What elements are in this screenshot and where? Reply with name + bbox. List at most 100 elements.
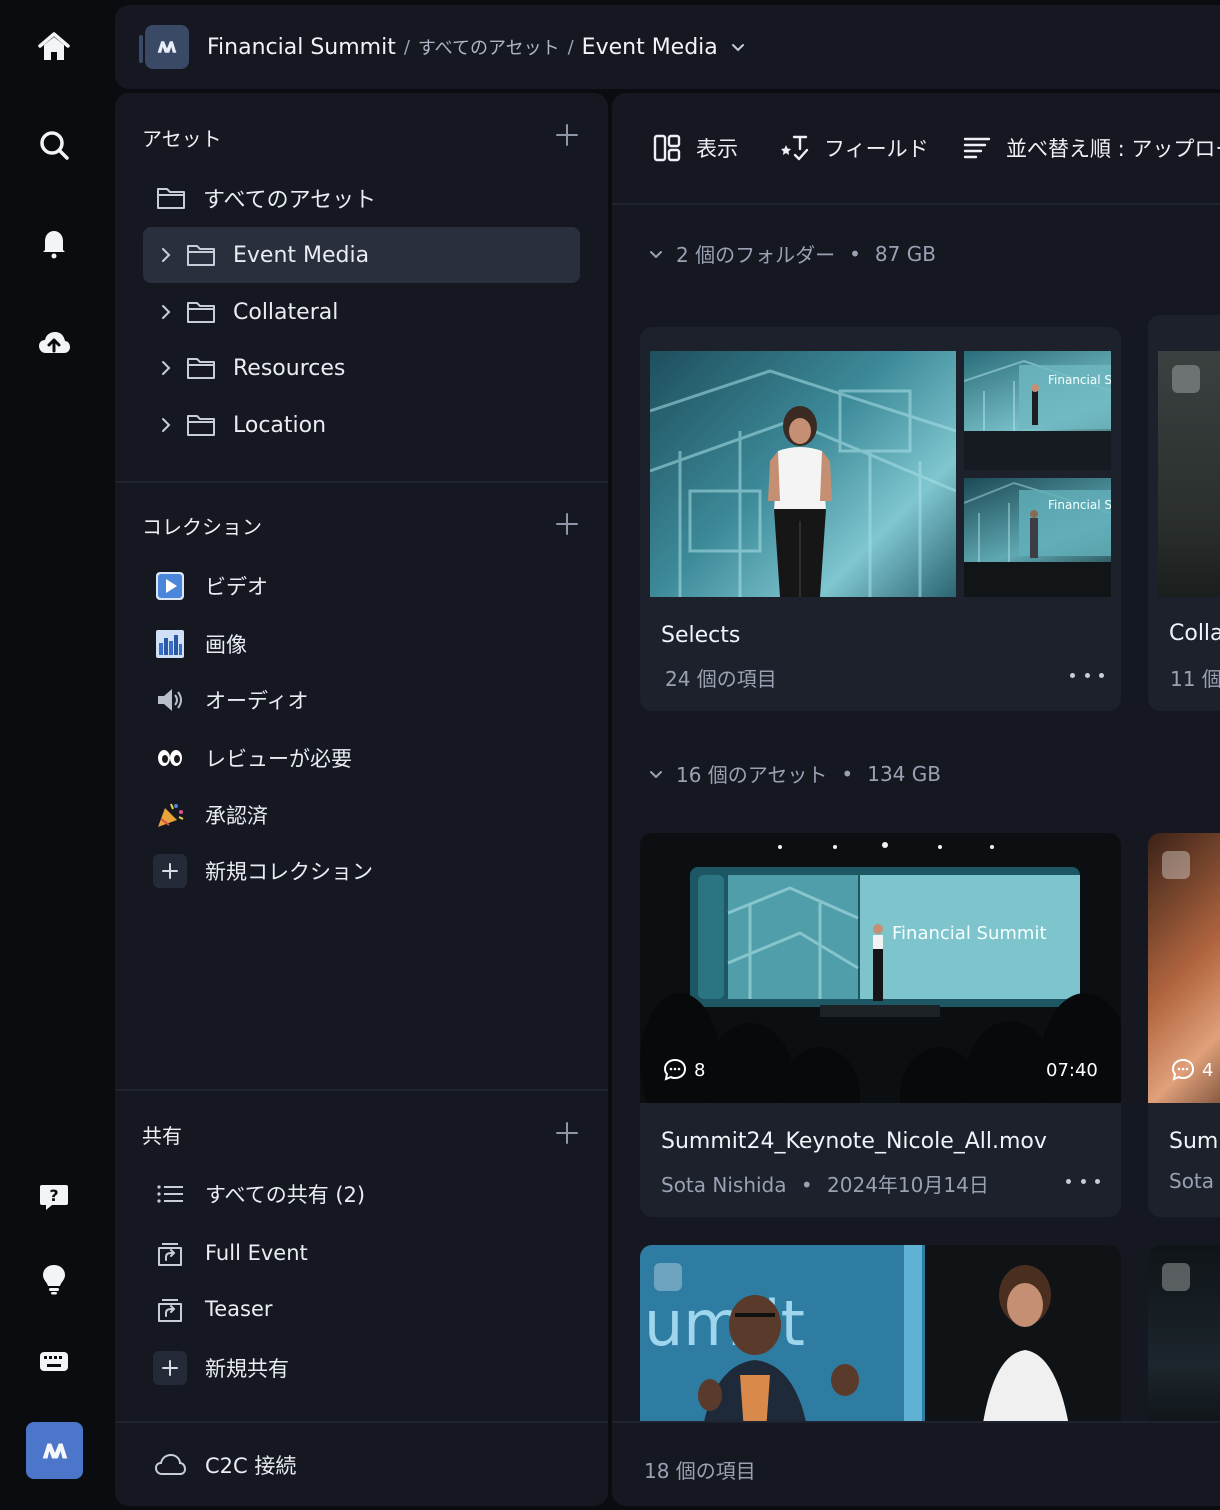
collection-label: ビデオ [205, 575, 268, 599]
help-icon[interactable]: ? [25, 1168, 83, 1226]
folders-size: 87 GB [874, 241, 936, 266]
sidebar-item-collateral[interactable]: Collateral [143, 284, 580, 340]
asset-owner: Sota Nishida [661, 1173, 787, 1197]
asset-card[interactable]: Financial Summit 8 07:40 Summit24_Keynot… [640, 833, 1121, 1217]
comment-icon [1171, 1058, 1195, 1081]
collection-item-audio[interactable]: オーディオ [153, 680, 309, 720]
folder-card[interactable]: Colla 11 個( [1148, 315, 1220, 711]
new-share-button[interactable]: 新規共有 [153, 1348, 289, 1388]
folder-label: Collateral [233, 299, 339, 325]
comment-icon [663, 1058, 687, 1081]
checkbox[interactable] [1162, 851, 1190, 879]
sort-button[interactable]: 並べ替え順 : アップロー [962, 133, 1220, 163]
eyes-icon [153, 741, 187, 775]
shared-heading: 共有 [142, 1124, 182, 1148]
folder-title[interactable]: Colla [1169, 621, 1220, 646]
all-assets-label: すべてのアセット [203, 188, 377, 213]
shared-label: すべての共有 (2) [205, 1183, 366, 1207]
collection-label: 承認済 [205, 804, 268, 828]
collection-item-approved[interactable]: 承認済 [153, 795, 268, 835]
item-count: 18 個の項目 [644, 1459, 756, 1483]
folder-icon [187, 302, 215, 323]
collection-item-review[interactable]: レビューが必要 [153, 738, 352, 778]
folder-title[interactable]: Selects [661, 623, 740, 648]
folder-card[interactable]: Financial S Financial S Selects 24 個の項目 [640, 327, 1121, 711]
svg-text:?: ? [49, 1186, 58, 1205]
workspace-logo-button[interactable] [26, 1422, 83, 1479]
shared-item-teaser[interactable]: Teaser [153, 1289, 273, 1329]
collection-item-video[interactable]: ビデオ [153, 566, 268, 606]
new-collection-label: 新規コレクション [205, 860, 373, 884]
search-icon[interactable] [25, 116, 83, 174]
chevron-right-icon[interactable] [155, 357, 177, 379]
asset-card[interactable] [1148, 1245, 1220, 1445]
chevron-right-icon[interactable] [155, 244, 177, 266]
collection-label: レビューが必要 [205, 747, 352, 771]
chevron-right-icon[interactable] [155, 301, 177, 323]
breadcrumb-root[interactable]: Financial Summit [207, 35, 396, 60]
assets-heading: アセット [142, 127, 222, 151]
chevron-down-icon[interactable] [730, 39, 746, 55]
view-button[interactable]: 表示 [652, 133, 738, 163]
folder-thumbnail-small: Financial S [964, 478, 1111, 597]
bell-icon[interactable] [25, 214, 83, 272]
sidebar-item-location[interactable]: Location [143, 397, 580, 453]
breadcrumb-current[interactable]: Event Media [582, 35, 718, 60]
chevron-down-icon [650, 250, 662, 258]
breadcrumb-middle[interactable]: すべてのアセット [418, 34, 560, 60]
folder-item-count: 24 個の項目 [665, 667, 777, 691]
add-collection-icon[interactable] [554, 511, 580, 537]
screen-title: Financial S [1048, 498, 1111, 512]
c2c-label: C2C 接続 [205, 1454, 297, 1478]
divider [115, 1421, 608, 1423]
folders-group-header[interactable]: 2 個のフォルダー • 87 GB [648, 239, 936, 268]
all-assets-item[interactable]: すべてのアセット [143, 170, 580, 226]
chevron-right-icon[interactable] [155, 414, 177, 436]
checkbox[interactable] [654, 1263, 682, 1291]
shared-item-full-event[interactable]: Full Event [153, 1233, 308, 1273]
project-logo-icon[interactable] [139, 25, 189, 69]
more-options-icon[interactable] [1066, 1179, 1100, 1189]
asset-date: 2024年10月14日 [827, 1173, 989, 1197]
folder-thumbnail-small: Financial S [964, 351, 1111, 470]
fields-icon [781, 135, 809, 161]
main-panel: 表示 フィールド 並べ替え順 : アップロー 2 個のフォルダー • 87 GB [612, 93, 1220, 1506]
app-rail: ? [0, 0, 110, 1510]
fields-button[interactable]: フィールド [780, 133, 929, 163]
assets-group-header[interactable]: 16 個のアセット • 134 GB [648, 759, 941, 788]
add-asset-icon[interactable] [554, 122, 580, 148]
view-label: 表示 [696, 137, 738, 161]
asset-meta: Sota Nishida • 2024年10月14日 [661, 1169, 989, 1198]
comment-count: 8 [694, 1059, 706, 1081]
new-collection-button[interactable]: 新規コレクション [153, 851, 373, 891]
asset-card[interactable]: 4 Sum Sota [1148, 833, 1220, 1217]
speaker-icon [153, 683, 187, 717]
checkbox[interactable] [1172, 365, 1200, 393]
separator-dot: • [849, 241, 861, 266]
checkbox[interactable] [1162, 1263, 1190, 1291]
collection-item-image[interactable]: 画像 [153, 624, 247, 664]
folder-icon [187, 415, 215, 436]
video-thumbnail [1148, 1245, 1220, 1445]
share-icon [153, 1236, 187, 1270]
asset-title[interactable]: Summit24_Keynote_Nicole_All.mov [661, 1129, 1047, 1154]
c2c-connection-item[interactable]: C2C 接続 [153, 1445, 296, 1485]
lightbulb-icon[interactable] [25, 1250, 83, 1308]
folder-icon [187, 245, 215, 266]
add-share-icon[interactable] [554, 1120, 580, 1146]
asset-card[interactable]: um it [640, 1245, 1121, 1445]
sidebar: アセット すべてのアセット Event Media Collateral Res… [115, 93, 608, 1506]
sidebar-item-event-media[interactable]: Event Media [143, 227, 580, 283]
sidebar-item-resources[interactable]: Resources [143, 340, 580, 396]
more-options-icon[interactable] [1070, 673, 1104, 683]
cloud-upload-icon[interactable] [25, 314, 83, 372]
home-icon[interactable] [25, 18, 83, 76]
chevron-down-icon [650, 770, 662, 778]
keyboard-icon[interactable] [25, 1332, 83, 1390]
share-icon [153, 1292, 187, 1326]
shared-item-all[interactable]: すべての共有 (2) [153, 1174, 365, 1214]
plus-icon [153, 1351, 187, 1385]
folder-label: Resources [233, 355, 346, 381]
asset-title[interactable]: Sum [1169, 1129, 1218, 1154]
layout-icon [653, 134, 681, 162]
